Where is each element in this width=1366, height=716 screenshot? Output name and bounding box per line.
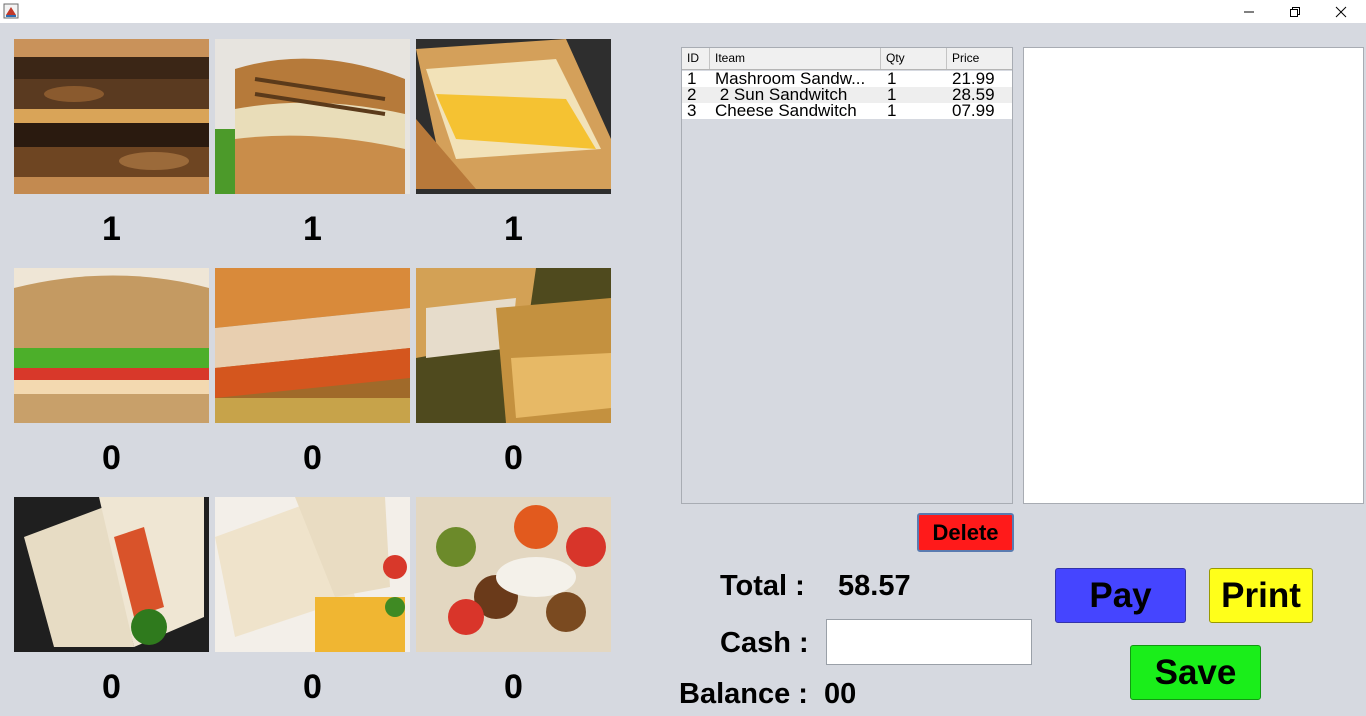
cell-id: 1 [687,71,697,87]
mushroom-sandwich-image[interactable] [14,39,209,194]
cell-qty: 1 [887,71,897,87]
item-count: 0 [303,439,322,477]
item-count: 0 [102,439,121,477]
total-value: 58.57 [838,570,911,602]
tuna-panini-image[interactable] [215,39,410,194]
close-icon[interactable] [1318,0,1364,23]
balance-label: Balance : [679,678,808,710]
toasted-sandwich-image[interactable] [416,268,611,423]
save-button[interactable]: Save [1130,645,1261,700]
delete-button[interactable]: Delete [917,513,1014,552]
balance-value: 00 [824,678,857,710]
cell-price: 28.59 [952,87,995,103]
cell-id: 2 [687,87,697,103]
wrap-sandwich-image[interactable] [215,497,410,652]
club-sandwich-image[interactable] [14,268,209,423]
column-header-price[interactable]: Price [947,48,1012,69]
minimize-icon[interactable] [1226,0,1272,23]
print-button[interactable]: Print [1209,568,1313,623]
triangle-sandwich-image[interactable] [14,497,209,652]
pay-button[interactable]: Pay [1055,568,1186,623]
table-row[interactable]: 2 2 Sun Sandwitch 1 28.59 [682,87,1012,103]
item-count: 0 [504,439,523,477]
falafel-sandwich-image[interactable] [416,497,611,652]
title-bar [0,0,1366,23]
column-header-id[interactable]: ID [682,48,710,69]
cash-label: Cash : [720,627,809,659]
item-count: 1 [102,210,121,248]
table-row[interactable]: 3 Cheese Sandwitch 1 07.99 [682,103,1012,119]
table-header: ID Iteam Qty Price [682,48,1012,70]
item-count: 0 [102,668,121,706]
restore-icon[interactable] [1272,0,1318,23]
table-row[interactable]: 1 Mashroom Sandw... 1 21.99 [682,71,1012,87]
cash-input[interactable] [826,619,1032,665]
cell-qty: 1 [887,103,897,119]
item-count: 1 [303,210,322,248]
receipt-text-area[interactable] [1023,47,1364,504]
column-header-item[interactable]: Iteam [710,48,881,69]
cheese-sandwich-image[interactable] [416,39,611,194]
order-table[interactable]: ID Iteam Qty Price 1 Mashroom Sandw... 1… [681,47,1013,504]
cell-item: Cheese Sandwitch [715,103,857,119]
item-count: 0 [303,668,322,706]
item-count: 0 [504,668,523,706]
cell-id: 3 [687,103,697,119]
cell-qty: 1 [887,87,897,103]
item-count: 1 [504,210,523,248]
java-app-icon [3,3,19,19]
total-label: Total : [720,570,805,602]
cell-item: Mashroom Sandw... [715,71,866,87]
melt-sandwich-image[interactable] [215,268,410,423]
cell-price: 21.99 [952,71,995,87]
cell-item: 2 Sun Sandwitch [715,87,848,103]
cell-price: 07.99 [952,103,995,119]
column-header-qty[interactable]: Qty [881,48,947,69]
